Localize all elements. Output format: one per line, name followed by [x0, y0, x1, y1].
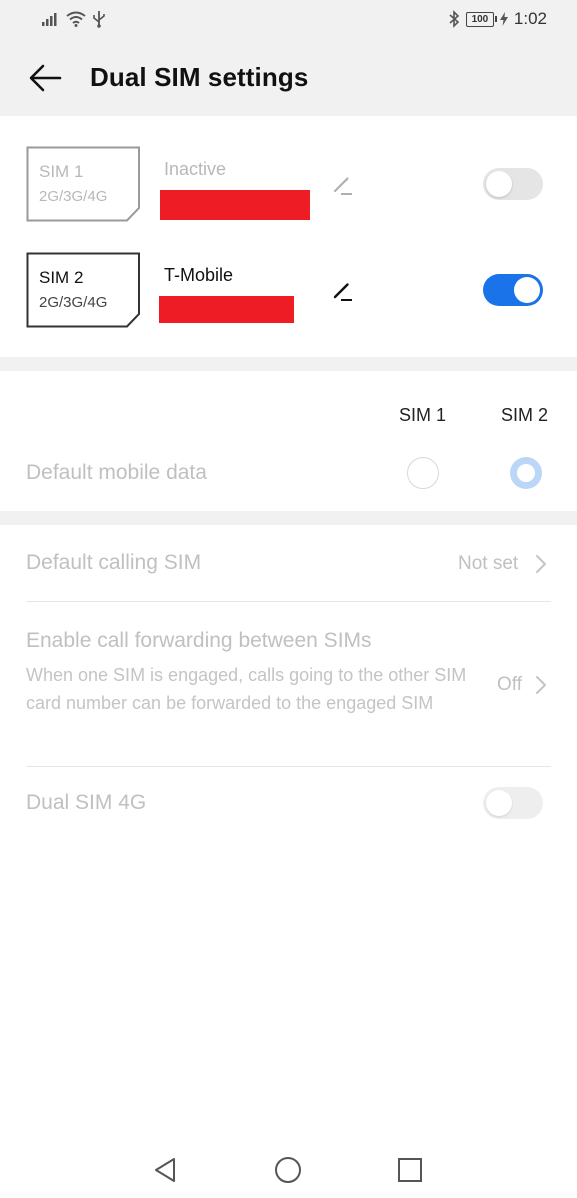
call-forwarding-label[interactable]: Enable call forwarding between SIMs: [26, 629, 372, 653]
back-button[interactable]: [26, 58, 66, 98]
mobile-data-sim2-radio[interactable]: [510, 457, 542, 489]
column-sim2-header: SIM 2: [501, 405, 549, 425]
dual-sim-4g-label: Dual SIM 4G: [26, 791, 147, 814]
wifi-icon: [66, 11, 86, 27]
dual-sim-4g-toggle[interactable]: [483, 787, 543, 819]
mobile-data-sim2-radio-dot: [517, 464, 535, 482]
call-forwarding-description: When one SIM is engaged, calls going to …: [26, 665, 467, 713]
chevron-right-icon: [536, 676, 546, 694]
default-mobile-data-label: Default mobile data: [26, 461, 207, 484]
sim2-card-icon: SIM 2 2G/3G/4G: [26, 252, 140, 328]
sim2-toggle-knob: [514, 277, 540, 303]
row-divider: [26, 766, 551, 767]
dual-sim-4g-toggle-knob: [486, 790, 512, 816]
sim2-toggle[interactable]: [483, 274, 543, 306]
page-title: Dual SIM settings: [90, 62, 309, 92]
nav-recents-square-icon[interactable]: [394, 1154, 426, 1186]
status-time: 1:02: [513, 9, 547, 28]
sim1-card-icon: SIM 1 2G/3G/4G: [26, 146, 140, 222]
battery-icon: 100: [465, 11, 497, 27]
status-right-icons: 100 1:02: [448, 9, 547, 29]
sim1-edit-icon[interactable]: [330, 174, 354, 198]
call-forwarding-value: Off: [497, 674, 522, 695]
navigation-bar: [0, 1140, 577, 1198]
sim1-carrier: Inactive: [164, 159, 227, 179]
chevron-right-icon: [536, 555, 546, 573]
sim1-name: SIM 1: [39, 162, 84, 181]
sim2-number-redacted: [159, 296, 294, 323]
default-calling-sim-value: Not set: [458, 553, 519, 574]
column-sim1-header: SIM 1: [399, 405, 447, 425]
app-bar: Dual SIM settings: [0, 40, 577, 116]
sim2-bands: 2G/3G/4G: [39, 294, 108, 311]
bluetooth-icon: [449, 10, 460, 28]
sim2-edit-icon[interactable]: [330, 280, 354, 304]
sim2-name: SIM 2: [39, 268, 84, 287]
row-divider: [26, 601, 551, 602]
sim2-carrier: T-Mobile: [164, 265, 234, 285]
sim1-number-redacted: [160, 190, 310, 220]
sim1-toggle-knob: [486, 171, 512, 197]
nav-back-triangle-icon[interactable]: [150, 1154, 182, 1186]
sim1-bands: 2G/3G/4G: [39, 188, 108, 205]
section-divider: [0, 357, 577, 371]
signal-icon: [42, 13, 57, 26]
status-bar: 100 1:02: [0, 0, 577, 40]
mobile-data-sim1-radio[interactable]: [407, 457, 439, 489]
sim1-toggle[interactable]: [483, 168, 543, 200]
section-divider-2: [0, 511, 577, 525]
arrow-left-icon: [29, 64, 62, 92]
charging-icon: [499, 12, 508, 26]
usb-icon: [93, 11, 105, 28]
default-calling-sim-label[interactable]: Default calling SIM: [26, 551, 201, 575]
nav-home-circle-icon[interactable]: [272, 1154, 304, 1186]
status-left-icons: [42, 10, 106, 28]
